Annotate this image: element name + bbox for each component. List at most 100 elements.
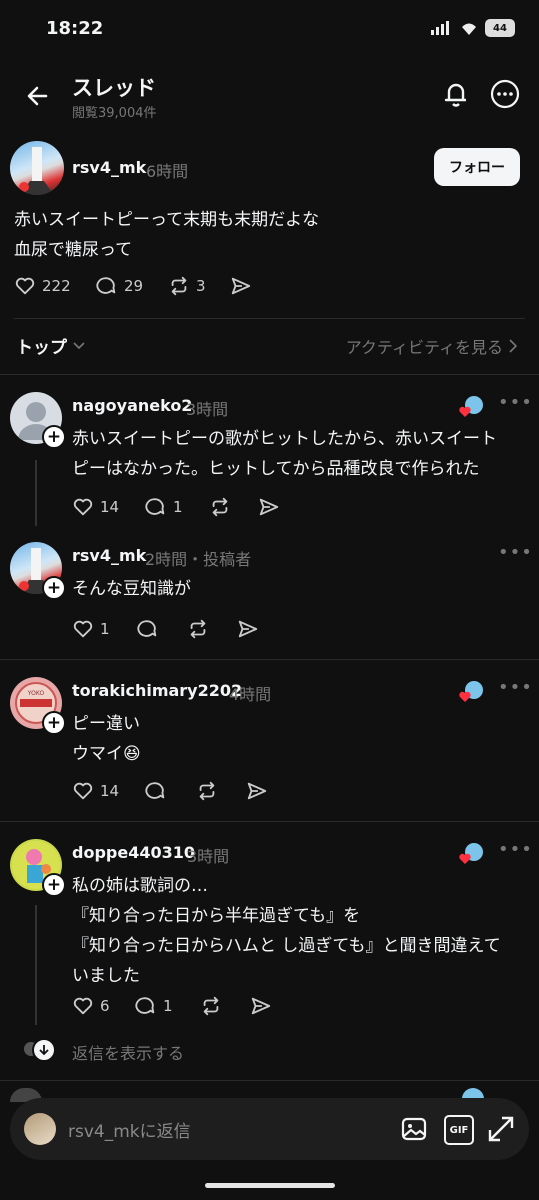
expand-icon[interactable] — [486, 1114, 516, 1144]
main-comment-button[interactable]: 29 — [96, 275, 143, 297]
repost-icon — [203, 996, 219, 1016]
comment-icon — [135, 997, 155, 1014]
reply-comment-button[interactable] — [137, 618, 159, 640]
status-icons: 44 — [431, 19, 515, 37]
comment-count: 1 — [163, 997, 173, 1015]
reply-text: 赤いスイートピーの歌がヒットしたから、赤いスイート ピーはなかった。ヒットしてか… — [72, 424, 497, 484]
reply-line: ウマイ😆 — [72, 744, 141, 764]
send-icon — [259, 498, 279, 516]
reply-username[interactable]: torakichimary2202 — [72, 681, 242, 700]
reply-repost-button[interactable] — [209, 496, 231, 518]
follow-plus-icon[interactable]: + — [42, 873, 66, 897]
chevron-right-icon — [509, 339, 517, 353]
page-title: スレッド — [72, 76, 156, 100]
main-repost-button[interactable]: 3 — [168, 275, 206, 297]
show-replies-link[interactable]: 返信を表示する — [72, 1040, 184, 1064]
reply-more-icon[interactable]: ••• — [498, 677, 533, 698]
reply-repost-button[interactable] — [187, 618, 209, 640]
reply-line: そんな豆知識が — [72, 579, 191, 599]
reply-more-icon[interactable]: ••• — [498, 542, 533, 563]
reply-text: ピー違い ウマイ😆 — [72, 709, 141, 769]
reply-share-button[interactable] — [258, 496, 280, 518]
thread-connector — [35, 460, 37, 526]
reply-like-button[interactable]: 14 — [72, 496, 119, 518]
sort-dropdown[interactable]: トップ — [16, 333, 85, 358]
reply-line: 『知り合った日からハムと し過ぎても』と聞き間違えて — [72, 936, 501, 956]
like-count: 14 — [100, 782, 120, 800]
view-activity-link[interactable]: アクティビティを見る — [346, 334, 517, 358]
divider — [0, 821, 539, 822]
back-arrow-icon[interactable] — [24, 82, 52, 110]
battery-icon: 44 — [485, 19, 515, 37]
reply-comment-button[interactable]: 1 — [135, 995, 173, 1017]
comment-icon — [145, 498, 165, 515]
signal-icon — [431, 21, 449, 35]
reply-text: そんな豆知識が — [72, 574, 191, 604]
more-options-icon[interactable] — [489, 78, 521, 110]
follow-plus-icon[interactable]: + — [42, 576, 66, 600]
reply-more-icon[interactable]: ••• — [498, 392, 533, 413]
reply-username[interactable]: doppe440310 — [72, 843, 195, 862]
status-bar: 18:22 44 — [0, 0, 539, 60]
main-share-button[interactable] — [230, 275, 252, 297]
reply-composer[interactable]: rsv4_mkに返信 GIF — [10, 1098, 529, 1160]
thread-header: スレッド 閲覧39,004件 — [0, 60, 539, 130]
reply-username[interactable]: nagoyaneko2 — [72, 396, 192, 415]
main-post-line: 血尿で糖尿って — [14, 240, 133, 260]
author-liked-badge — [456, 396, 484, 417]
reply-line: ピーはなかった。ヒットしてから品種改良で作られた — [72, 459, 480, 479]
divider — [0, 1080, 539, 1081]
reply-repost-button[interactable] — [200, 995, 222, 1017]
reply-repost-button[interactable] — [196, 780, 218, 802]
follow-plus-icon[interactable]: + — [42, 711, 66, 735]
reply-like-button[interactable]: 6 — [72, 995, 110, 1017]
expand-replies-icon — [32, 1038, 56, 1062]
reply-input-placeholder[interactable]: rsv4_mkに返信 — [68, 1117, 191, 1142]
thread-connector — [35, 905, 37, 1025]
like-count: 14 — [100, 498, 120, 516]
sort-label: トップ — [16, 338, 67, 358]
main-post-time: 6時間 — [146, 162, 189, 181]
notification-bell-icon[interactable] — [440, 78, 472, 110]
reply-share-button[interactable] — [237, 618, 259, 640]
author-like-icon — [459, 396, 483, 417]
reply-more-icon[interactable]: ••• — [498, 839, 533, 860]
reply-like-button[interactable]: 1 — [72, 618, 110, 640]
repost-icon — [212, 497, 228, 517]
reply-share-button[interactable] — [246, 780, 268, 802]
reply-time: 3時間 — [187, 847, 230, 866]
reply-text: 私の姉は歌詞の… 『知り合った日から半年過ぎても』を 『知り合った日からハムと … — [72, 871, 501, 991]
author-liked-badge — [456, 681, 484, 702]
reply-comment-button[interactable]: 1 — [145, 496, 183, 518]
reply-username[interactable]: rsv4_mk — [72, 546, 146, 565]
repost-count: 3 — [196, 277, 206, 295]
reply-like-button[interactable]: 14 — [72, 780, 119, 802]
reply-share-button[interactable] — [250, 995, 272, 1017]
image-icon[interactable] — [400, 1115, 428, 1143]
reply-time: 3時間 — [186, 400, 229, 419]
comment-icon — [137, 620, 157, 637]
reply-comment-button[interactable] — [145, 780, 167, 802]
gif-button[interactable]: GIF — [444, 1115, 474, 1145]
divider — [0, 374, 539, 375]
battery-level: 44 — [493, 22, 507, 34]
gif-label: GIF — [449, 1124, 469, 1136]
reply-line: 私の姉は歌詞の… — [72, 876, 208, 896]
comment-count: 1 — [173, 498, 183, 516]
repost-icon — [171, 276, 187, 296]
activity-label: アクティビティを見る — [345, 338, 503, 357]
follow-button[interactable]: フォロー — [434, 148, 520, 186]
author-like-icon — [459, 681, 483, 702]
reply-line: 赤いスイートピーの歌がヒットしたから、赤いスイート — [72, 429, 497, 449]
heart-icon — [73, 620, 93, 638]
main-post-text: 赤いスイートピーって末期も末期だよな 血尿で糖尿って — [14, 205, 319, 265]
main-like-button[interactable]: 222 — [14, 275, 71, 297]
main-post-avatar[interactable] — [10, 141, 64, 195]
like-count: 1 — [100, 620, 110, 638]
heart-icon — [15, 277, 35, 295]
follow-plus-icon[interactable]: + — [42, 425, 66, 449]
main-post-username[interactable]: rsv4_mk — [72, 158, 146, 177]
view-count: 閲覧39,004件 — [72, 106, 157, 121]
reply-avatars-stack — [24, 1038, 56, 1062]
divider — [14, 318, 525, 319]
